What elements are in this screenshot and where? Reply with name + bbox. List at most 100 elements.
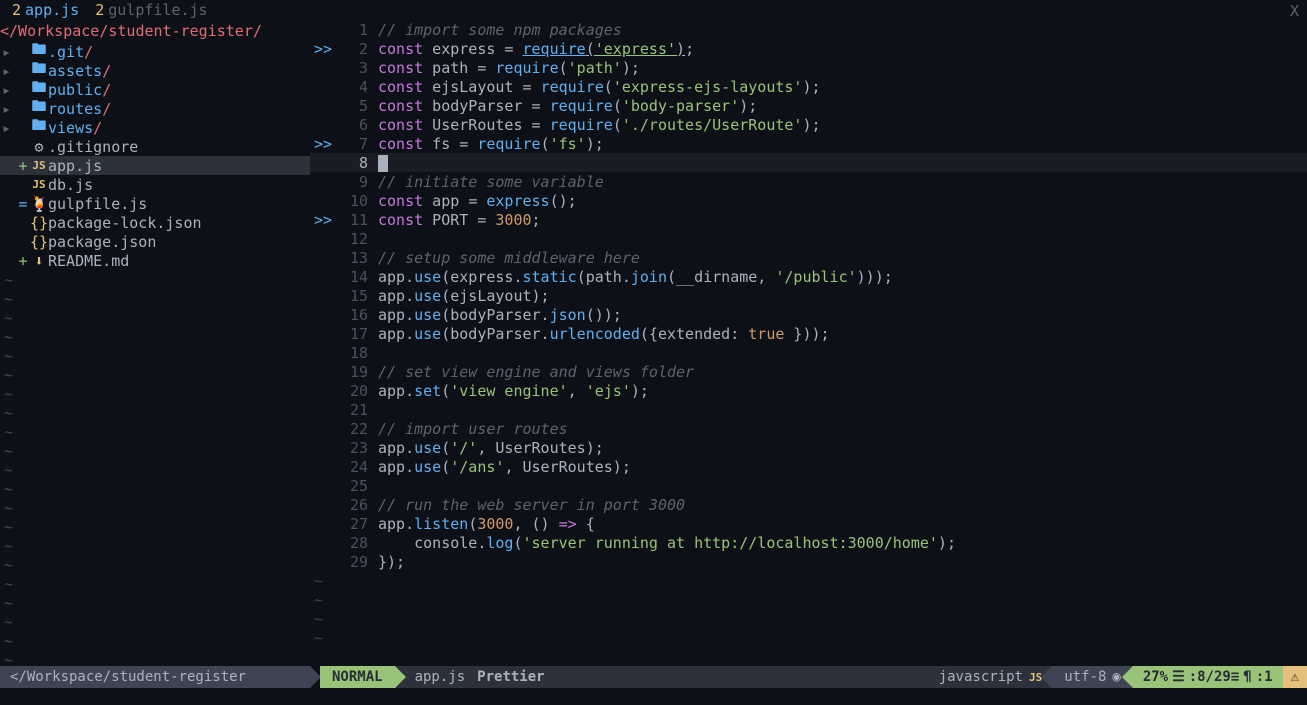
- code-line[interactable]: >>2const express = require('express');: [310, 39, 1307, 58]
- tilde: ~: [2, 499, 13, 517]
- line-number: 1: [340, 21, 378, 39]
- file-item[interactable]: {} package.json: [0, 232, 310, 251]
- code-text: app.set('view engine', 'ejs');: [378, 382, 1307, 400]
- code-line[interactable]: 29});: [310, 552, 1307, 571]
- tilde: ~: [2, 632, 13, 650]
- tilde: ~: [2, 290, 13, 308]
- code-line[interactable]: 23app.use('/', UserRoutes);: [310, 438, 1307, 457]
- file-name: .gitignore: [48, 138, 138, 156]
- code-line[interactable]: 26// run the web server in port 3000: [310, 495, 1307, 514]
- status-encoding: utf-8 ◉: [1052, 666, 1133, 688]
- code-line[interactable]: 18: [310, 343, 1307, 362]
- code-text: app.use(ejsLayout);: [378, 287, 1307, 305]
- line-number: 16: [340, 306, 378, 324]
- tilde: ~: [2, 385, 13, 403]
- file-item[interactable]: ⚙ .gitignore: [0, 137, 310, 156]
- file-item[interactable]: +JS app.js: [0, 156, 310, 175]
- code-line[interactable]: 28 console.log('server running at http:/…: [310, 533, 1307, 552]
- tilde: ~: [2, 442, 13, 460]
- code-line[interactable]: 19// set view engine and views folder: [310, 362, 1307, 381]
- sign-column: >>: [310, 211, 340, 229]
- file-name: gulpfile.js: [48, 195, 147, 213]
- code-text: app.listen(3000, () => {: [378, 515, 1307, 533]
- code-line[interactable]: 9// initiate some variable: [310, 172, 1307, 191]
- code-line[interactable]: 24app.use('/ans', UserRoutes);: [310, 457, 1307, 476]
- encoding-label: utf-8: [1064, 669, 1106, 685]
- tilde: ~: [2, 423, 13, 441]
- line-number: 29: [340, 553, 378, 571]
- git-status-icon: =: [16, 195, 30, 213]
- tilde: ~: [2, 328, 13, 346]
- line-number: 19: [340, 363, 378, 381]
- line-number: 12: [340, 230, 378, 248]
- code-text: const app = express();: [378, 192, 1307, 210]
- code-line[interactable]: 1// import some npm packages: [310, 20, 1307, 39]
- line-number: 21: [340, 401, 378, 419]
- line-number: 24: [340, 458, 378, 476]
- code-line[interactable]: 16app.use(bodyParser.json());: [310, 305, 1307, 324]
- file-item[interactable]: {} package-lock.json: [0, 213, 310, 232]
- status-file: app.js Prettier: [395, 666, 929, 688]
- code-line[interactable]: 14app.use(express.static(path.join(__dir…: [310, 267, 1307, 286]
- tilde: ~: [2, 347, 13, 365]
- line-number: 7: [340, 135, 378, 153]
- folder-item[interactable]: ▸🖿 views/: [0, 118, 310, 137]
- line-number: 13: [340, 249, 378, 267]
- file-item[interactable]: +⬇ README.md: [0, 251, 310, 270]
- code-line[interactable]: 21: [310, 400, 1307, 419]
- code-line[interactable]: 5const bodyParser = require('body-parser…: [310, 96, 1307, 115]
- code-text: app.use(bodyParser.json());: [378, 306, 1307, 324]
- line-number: 27: [340, 515, 378, 533]
- code-line[interactable]: 22// import user routes: [310, 419, 1307, 438]
- code-line[interactable]: 27app.listen(3000, () => {: [310, 514, 1307, 533]
- code-line[interactable]: 10const app = express();: [310, 191, 1307, 210]
- js-icon: JS: [1029, 671, 1042, 684]
- line-number: 4: [340, 78, 378, 96]
- code-text: const express = require('express');: [378, 40, 1307, 58]
- code-line[interactable]: >>7const fs = require('fs');: [310, 134, 1307, 153]
- cursor: [378, 155, 388, 172]
- line-number: 28: [340, 534, 378, 552]
- code-text: const fs = require('fs');: [378, 135, 1307, 153]
- code-line[interactable]: 15app.use(ejsLayout);: [310, 286, 1307, 305]
- line-number: 9: [340, 173, 378, 191]
- code-line[interactable]: 6const UserRoutes = require('./routes/Us…: [310, 115, 1307, 134]
- line-number: 11: [340, 211, 378, 229]
- tilde: ~: [2, 575, 13, 593]
- code-text: [378, 154, 1307, 172]
- tilde: ~: [2, 556, 13, 574]
- tab-app-js[interactable]: 2 app.js: [4, 1, 87, 19]
- code-editor[interactable]: 1// import some npm packages>>2const exp…: [310, 20, 1307, 665]
- code-line[interactable]: >>11const PORT = 3000;: [310, 210, 1307, 229]
- tilde: ~: [2, 461, 13, 479]
- lang-label: javascript: [939, 669, 1023, 685]
- tilde: ~: [2, 537, 13, 555]
- tab-label: gulpfile.js: [108, 1, 207, 19]
- line-number: 6: [340, 116, 378, 134]
- percent-label: 27%: [1143, 669, 1168, 685]
- code-line[interactable]: 17app.use(bodyParser.urlencoded({extende…: [310, 324, 1307, 343]
- code-line[interactable]: 4const ejsLayout = require('express-ejs-…: [310, 77, 1307, 96]
- expand-arrow-icon: ▸: [2, 81, 16, 99]
- code-line[interactable]: 20app.set('view engine', 'ejs');: [310, 381, 1307, 400]
- file-name: .git/: [48, 43, 93, 61]
- file-item[interactable]: JS db.js: [0, 175, 310, 194]
- line-number: 10: [340, 192, 378, 210]
- line-number: 5: [340, 97, 378, 115]
- code-line[interactable]: 25: [310, 476, 1307, 495]
- file-item[interactable]: =🍹 gulpfile.js: [0, 194, 310, 213]
- file-name: assets/: [48, 62, 111, 80]
- status-language: javascript JS: [929, 666, 1053, 688]
- line-number: 3: [340, 59, 378, 77]
- code-line[interactable]: 3const path = require('path');: [310, 58, 1307, 77]
- code-line[interactable]: 13// setup some middleware here: [310, 248, 1307, 267]
- tab-gulpfile-js[interactable]: 2 gulpfile.js: [87, 1, 215, 19]
- file-name: README.md: [48, 252, 129, 270]
- code-text: // import user routes: [378, 420, 1307, 438]
- close-icon[interactable]: X: [1290, 2, 1299, 20]
- code-line[interactable]: 12: [310, 229, 1307, 248]
- status-path: </Workspace/student-register: [0, 666, 310, 688]
- code-line[interactable]: 8: [310, 153, 1307, 172]
- code-text: const path = require('path');: [378, 59, 1307, 77]
- expand-arrow-icon: ▸: [2, 62, 16, 80]
